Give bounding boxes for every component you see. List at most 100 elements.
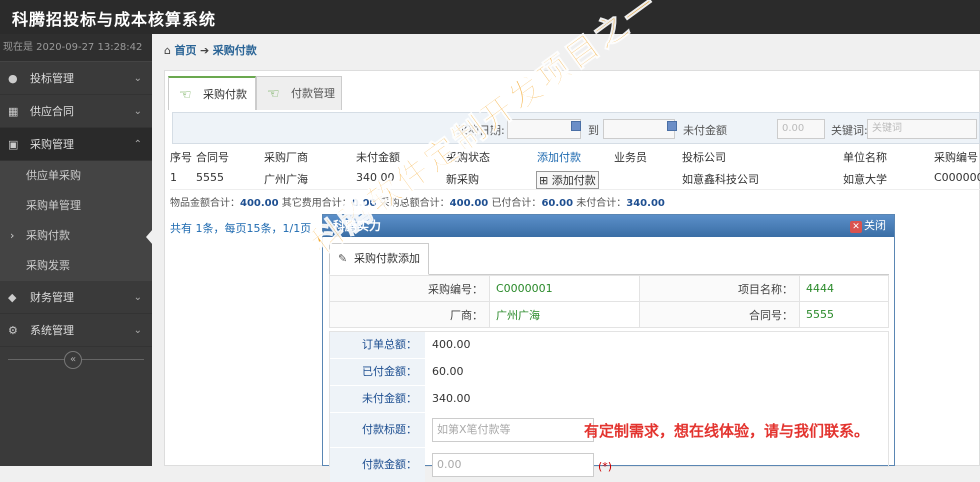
table-cell: 5555 — [196, 171, 224, 184]
purchase-no-value: C0000001 — [489, 275, 640, 302]
tab-label: 采购付款添加 — [354, 252, 420, 265]
sidebar-item-purchase[interactable]: ▣ 采购管理 ⌃ — [0, 128, 152, 161]
breadcrumb: ⌂ 首页 ➔ 采购付款 — [164, 42, 257, 58]
date-to-input[interactable] — [603, 119, 675, 139]
grid-icon: ▦ — [8, 105, 19, 118]
arrow-icon: ➔ — [199, 44, 210, 57]
tab-label: 付款管理 — [291, 87, 335, 100]
hand-pointer-icon: ☜ — [179, 87, 192, 103]
column-header: 采购编号 — [934, 151, 978, 164]
sidebar: 现在是 2020-09-27 13:28:42 ● 投标管理 ⌄ ▦ 供应合同 … — [0, 34, 152, 466]
active-indicator — [146, 229, 153, 245]
search-bar: 采购日期: 到 未付金额 0.00 关键词: 关键词 — [172, 112, 980, 144]
sidebar-collapse-row: « — [0, 347, 152, 373]
date-to-label: 到 — [588, 124, 599, 137]
keyword-label: 关键词: — [831, 124, 868, 137]
app-title: 科腾招投标与成本核算系统 — [12, 10, 217, 29]
keyword-input[interactable]: 关键词 — [867, 119, 977, 139]
contract-value: 5555 — [799, 301, 889, 328]
chevron-down-icon: ⌄ — [133, 325, 142, 336]
diamond-icon: ◆ — [8, 291, 17, 304]
hand-pointer-icon: ☜ — [267, 86, 280, 102]
home-icon: ⌂ — [164, 44, 171, 57]
project-value: 4444 — [799, 275, 889, 302]
breadcrumb-home[interactable]: 首页 — [174, 44, 196, 57]
table-cell: 如意鑫科技公司 — [682, 173, 759, 186]
tab-purchase-payment[interactable]: ☜ 采购付款 — [168, 76, 256, 110]
collapse-sidebar-button[interactable]: « — [64, 351, 82, 369]
order-total-value: 400.00 — [432, 338, 471, 351]
chevron-down-icon: ⌄ — [133, 292, 142, 303]
sidebar-subitem-purchase-payment[interactable]: 采购付款 — [0, 221, 152, 251]
add-payment-label: 添加付款 — [551, 174, 596, 187]
column-header: 添加付款 — [537, 151, 581, 164]
table-row: 1 5555 广州广海 340.00 新采购 ⊞ 添加付款 如意鑫科技公司 如意… — [170, 168, 980, 190]
table-cell: 广州广海 — [264, 173, 308, 186]
form-row: 订单总额： 400.00 — [330, 332, 888, 358]
unpaid-amount-label: 未付金额： — [330, 386, 425, 412]
paid-total: 60.00 — [541, 198, 574, 209]
close-icon: ✕ — [850, 221, 862, 233]
table-header: 序号 合同号 采购厂商 未付金额 采购状态 添加付款 业务员 投标公司 单位名称… — [170, 146, 980, 166]
user-icon: ● — [8, 72, 18, 85]
sidebar-subitem-purchase-invoice[interactable]: 采购发票 — [0, 251, 152, 281]
paid-amount-value: 60.00 — [432, 365, 464, 378]
table-cell: 如意大学 — [843, 173, 887, 186]
form-row: 付款金额： 0.00 (*) — [330, 448, 888, 482]
chevron-up-icon: ⌃ — [133, 139, 142, 150]
sidebar-subitem-purchase-orders[interactable]: 采购单管理 — [0, 191, 152, 221]
sidebar-item-finance[interactable]: ◆ 财务管理 ⌄ — [0, 281, 152, 314]
goods-total-label: 物品金额合计： — [170, 198, 240, 209]
dialog-titlebar[interactable]: 科腾实力 ✕ 关闭 — [323, 215, 894, 237]
unpaid-total: 340.00 — [626, 198, 665, 209]
sidebar-item-label: 采购管理 — [30, 138, 74, 151]
vendor-label: 厂商： — [329, 301, 490, 328]
sidebar-item-supply-contract[interactable]: ▦ 供应合同 ⌄ — [0, 95, 152, 128]
add-payment-button[interactable]: ⊞ 添加付款 — [536, 171, 599, 189]
payment-amount-input[interactable]: 0.00 — [432, 453, 594, 477]
close-label: 关闭 — [864, 219, 886, 232]
clock: 现在是 2020-09-27 13:28:42 — [0, 34, 152, 62]
goods-total: 400.00 — [240, 198, 279, 209]
contract-label: 合同号： — [639, 301, 800, 328]
sidebar-item-bidding[interactable]: ● 投标管理 ⌄ — [0, 62, 152, 95]
chevron-down-icon: ⌄ — [133, 73, 142, 84]
payment-title-label: 付款标题： — [330, 413, 425, 447]
sidebar-item-system[interactable]: ⚙ 系统管理 ⌄ — [0, 314, 152, 347]
column-header: 业务员 — [614, 151, 647, 164]
payment-amount-label: 付款金额： — [330, 448, 425, 482]
unpaid-amount-value: 340.00 — [432, 392, 471, 405]
form-row: 已付金额： 60.00 — [330, 359, 888, 385]
sidebar-item-label: 供应合同 — [30, 105, 74, 118]
chevron-down-icon: ⌄ — [133, 106, 142, 117]
unpaid-amount-input[interactable]: 0.00 — [777, 119, 825, 139]
calendar-icon[interactable] — [667, 121, 677, 131]
purchase-no-label: 采购编号： — [329, 275, 490, 302]
plus-icon: ⊞ — [539, 174, 549, 187]
column-header: 合同号 — [196, 151, 229, 164]
paid-amount-label: 已付金额： — [330, 359, 425, 385]
column-header: 单位名称 — [843, 151, 887, 164]
sidebar-item-label: 投标管理 — [30, 72, 74, 85]
form-row: 未付金额： 340.00 — [330, 386, 888, 412]
tab-payment-management[interactable]: ☜ 付款管理 — [256, 76, 342, 110]
sidebar-subitem-supply-purchase[interactable]: 供应单采购 — [0, 161, 152, 191]
payment-form: 订单总额： 400.00 已付金额： 60.00 未付金额： 340.00 付款… — [329, 331, 889, 482]
close-button[interactable]: ✕ 关闭 — [850, 215, 886, 237]
project-label: 项目名称： — [639, 275, 800, 302]
dialog-tab-bar: ✎ 采购付款添加 — [329, 243, 889, 275]
calendar-icon[interactable] — [571, 121, 581, 131]
top-bar: 科腾招投标与成本核算系统 — [0, 0, 980, 34]
gear-icon: ⚙ — [8, 324, 18, 337]
payment-title-input[interactable]: 如第X笔付款等 — [432, 418, 594, 442]
briefcase-icon: ▣ — [8, 138, 19, 151]
sidebar-item-label: 系统管理 — [30, 324, 74, 337]
promo-text: 有定制需求，想在线体验，请与我们联系。 — [584, 422, 870, 440]
breadcrumb-current: 采购付款 — [212, 44, 257, 57]
purchase-info-table: 采购编号： C0000001 项目名称： 4444 厂商： 广州广海 合同号： … — [329, 275, 889, 328]
required-marker: (*) — [598, 460, 613, 473]
paid-total-label: 已付合计： — [491, 198, 542, 209]
vendor-value: 广州广海 — [489, 301, 640, 328]
table-cell: 新采购 — [446, 173, 479, 186]
unpaid-label: 未付金额 — [683, 124, 727, 137]
